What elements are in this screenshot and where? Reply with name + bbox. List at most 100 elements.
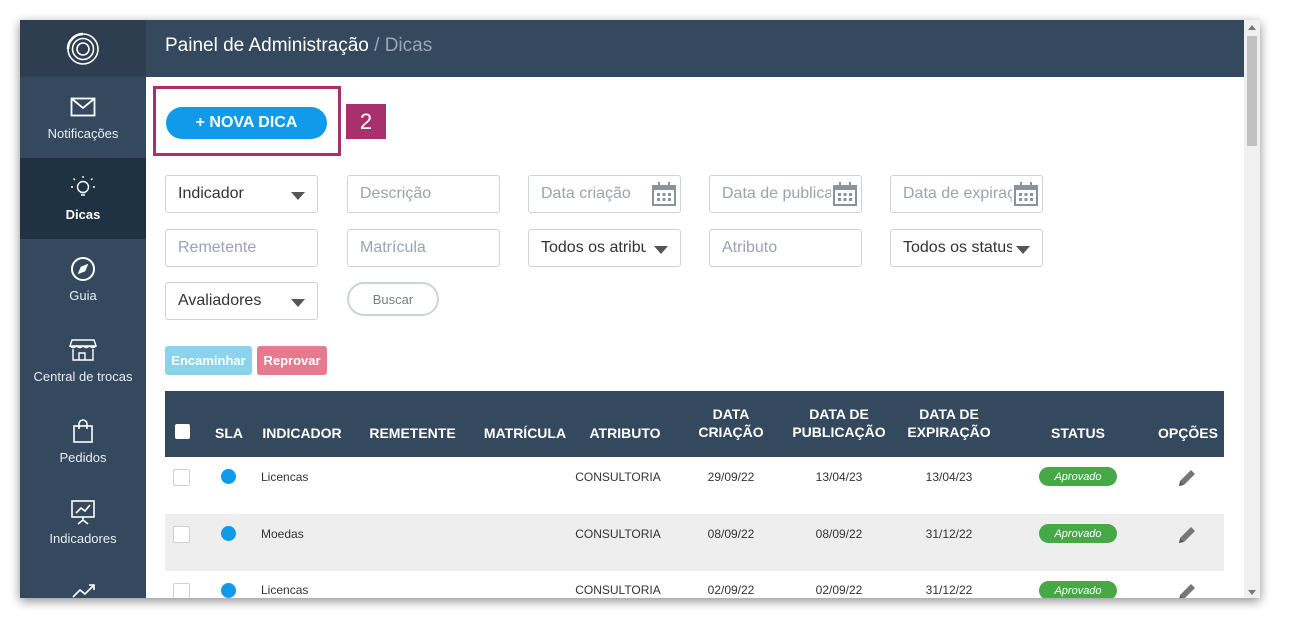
sidebar-item-orders[interactable]: Pedidos (20, 401, 146, 482)
attributes-select-value: Todos os atributos (541, 239, 646, 256)
column-header-registration[interactable]: MATRÍCULA (475, 424, 575, 442)
sidebar-item-indicators[interactable]: Indicadores (20, 482, 146, 563)
shopping-bag-icon (72, 418, 94, 444)
step-badge: 2 (346, 104, 386, 139)
cell-expiration-date: 13/04/23 (925, 470, 973, 484)
indicator-select[interactable]: Indicador (165, 175, 318, 213)
breadcrumb-current: Dicas (384, 35, 433, 56)
cell-creation-date: 02/09/22 (707, 583, 755, 597)
cell-creation-date: 29/09/22 (707, 470, 755, 484)
column-header-line: PUBLICAÇÃO (792, 424, 886, 440)
cell-indicator: Moedas (261, 527, 304, 541)
description-placeholder: Descrição (360, 185, 432, 202)
cell-creation-date: 08/09/22 (707, 527, 755, 541)
sidebar-item-label: Guia (69, 288, 97, 303)
expiration-date-input[interactable]: Data de expiração (890, 175, 1043, 213)
status-badge: Aprovado (1039, 524, 1117, 543)
creation-date-input[interactable]: Data criação (528, 175, 681, 213)
calendar-icon[interactable] (1012, 182, 1040, 211)
calendar-icon[interactable] (650, 182, 678, 211)
status-select[interactable]: Todos os status (890, 229, 1043, 267)
sidebar-item-label: Dicas (65, 207, 101, 222)
row-checkbox[interactable] (173, 526, 190, 543)
new-tip-button[interactable]: + NOVA DICA (166, 107, 327, 139)
status-badge: Aprovado (1039, 581, 1117, 598)
column-header-expiration-date[interactable]: DATA DE EXPIRAÇÃO (902, 405, 996, 441)
attribute-placeholder: Atributo (722, 239, 778, 256)
evaluators-select-value: Avaliadores (178, 292, 262, 309)
column-header-sender[interactable]: REMETENTE (365, 424, 460, 442)
column-header-indicator[interactable]: INDICADOR (257, 424, 347, 442)
pencil-icon[interactable] (1177, 525, 1197, 550)
registration-placeholder: Matrícula (360, 239, 426, 256)
compass-icon (70, 256, 96, 282)
cell-attribute: CONSULTORIA (575, 470, 661, 484)
description-input[interactable]: Descrição (347, 175, 500, 213)
attribute-input[interactable]: Atributo (709, 229, 862, 267)
sla-indicator-dot (221, 583, 236, 598)
sidebar-item-tips[interactable]: Dicas (20, 158, 146, 239)
logo[interactable] (20, 20, 146, 77)
creation-date-placeholder: Data criação (541, 185, 631, 202)
caret-down-icon (1016, 246, 1030, 254)
calendar-icon[interactable] (831, 182, 859, 211)
sidebar-item-notifications[interactable]: Notificações (20, 77, 146, 158)
column-header-creation-date[interactable]: DATA CRIAÇÃO (685, 405, 777, 441)
column-header-sla[interactable]: SLA (209, 424, 249, 442)
forward-button[interactable]: Encaminhar (165, 346, 252, 375)
table-row[interactable]: Moedas CONSULTORIA 08/09/22 08/09/22 31/… (165, 514, 1224, 571)
table-header: SLA INDICADOR REMETENTE MATRÍCULA ATRIBU… (165, 391, 1224, 457)
envelope-icon (70, 94, 96, 120)
column-header-status[interactable]: STATUS (1038, 424, 1118, 442)
attributes-select[interactable]: Todos os atributos (528, 229, 681, 267)
app-window: Notificações Dicas Guia Central de troca… (20, 20, 1260, 598)
sender-placeholder: Remetente (178, 239, 257, 256)
status-select-value: Todos os status (903, 239, 1012, 256)
breadcrumb: Painel de Administração / Dicas (165, 35, 432, 57)
top-bar: Painel de Administração / Dicas (146, 20, 1244, 77)
table-row[interactable]: Licencas CONSULTORIA 02/09/22 02/09/22 3… (165, 571, 1224, 598)
sidebar-item-exchange-center[interactable]: Central de trocas (20, 320, 146, 401)
status-badge: Aprovado (1039, 467, 1117, 486)
pencil-icon[interactable] (1177, 468, 1197, 493)
column-header-line: DATA DE (809, 406, 869, 422)
sidebar-item-label: Pedidos (59, 450, 107, 465)
row-checkbox[interactable] (173, 469, 190, 486)
scroll-down-arrow-icon[interactable] (1248, 590, 1256, 595)
column-header-line: DATA DE (919, 406, 979, 422)
breadcrumb-separator: / (368, 35, 385, 56)
registration-input[interactable]: Matrícula (347, 229, 500, 267)
vertical-scrollbar[interactable] (1244, 20, 1260, 598)
sidebar: Notificações Dicas Guia Central de troca… (20, 20, 146, 598)
pencil-icon[interactable] (1177, 582, 1197, 598)
store-icon (69, 337, 97, 363)
cell-expiration-date: 31/12/22 (925, 527, 973, 541)
sender-input[interactable]: Remetente (165, 229, 318, 267)
main-content: + NOVA DICA 2 Indicador Descrição Data c… (146, 77, 1244, 598)
select-all-checkbox[interactable] (175, 424, 190, 439)
scroll-thumb[interactable] (1247, 36, 1257, 146)
publication-date-input[interactable]: Data de publicação (709, 175, 862, 213)
table-row[interactable]: Licencas CONSULTORIA 29/09/22 13/04/23 1… (165, 457, 1224, 514)
caret-down-icon (291, 192, 305, 200)
column-header-attribute[interactable]: ATRIBUTO (580, 424, 670, 442)
column-header-options[interactable]: OPÇÕES (1155, 424, 1221, 442)
row-checkbox[interactable] (173, 583, 190, 598)
sidebar-item-guide[interactable]: Guia (20, 239, 146, 320)
column-header-line: CRIAÇÃO (698, 424, 764, 440)
reject-button[interactable]: Reprovar (257, 346, 327, 375)
breadcrumb-root[interactable]: Painel de Administração (165, 35, 369, 56)
indicator-select-value: Indicador (178, 185, 244, 202)
sidebar-item-label: Indicadores (49, 531, 117, 546)
sidebar-item-label: Notificações (47, 126, 119, 141)
search-button[interactable]: Buscar (347, 282, 439, 316)
logo-icon (66, 32, 99, 65)
cell-indicator: Licencas (261, 583, 309, 597)
scroll-up-arrow-icon[interactable] (1248, 25, 1256, 30)
caret-down-icon (654, 246, 668, 254)
cell-indicator: Licencas (261, 470, 309, 484)
cell-attribute: CONSULTORIA (575, 527, 661, 541)
column-header-publication-date[interactable]: DATA DE PUBLICAÇÃO (785, 405, 893, 441)
chart-board-icon (70, 499, 96, 525)
evaluators-select[interactable]: Avaliadores (165, 282, 318, 320)
